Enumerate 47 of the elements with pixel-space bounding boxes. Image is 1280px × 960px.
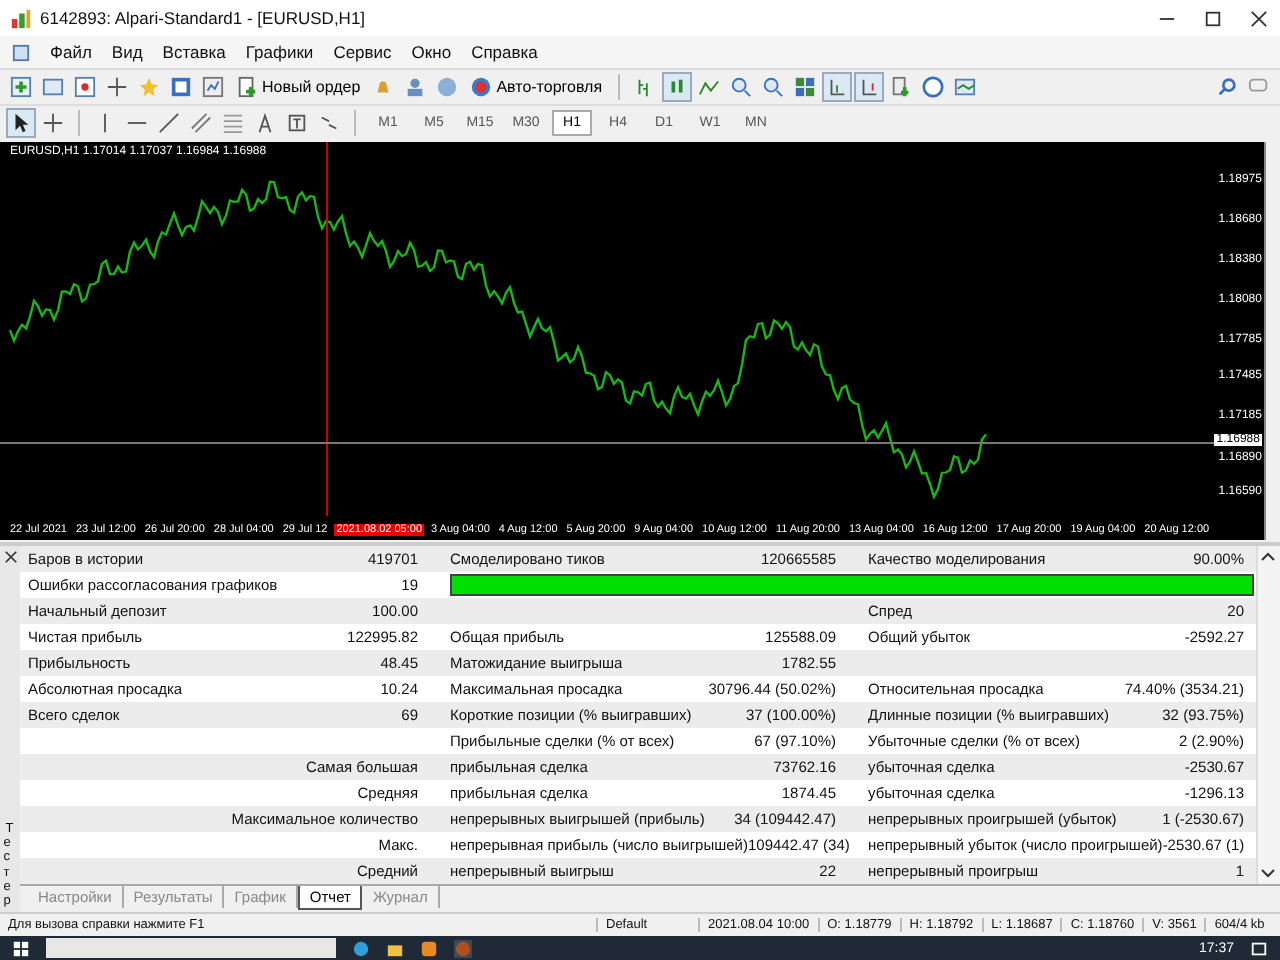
app-icon[interactable]: [454, 939, 472, 957]
new-chart-icon[interactable]: [8, 74, 34, 100]
menu-item[interactable]: Вставка: [162, 42, 226, 62]
menu-item[interactable]: Графики: [245, 42, 314, 62]
menu-item[interactable]: Файл: [50, 42, 92, 62]
tester-icon[interactable]: [200, 74, 226, 100]
auto-trading-button[interactable]: Авто-торговля: [466, 73, 607, 101]
close-icon[interactable]: [1250, 9, 1268, 27]
menu-item[interactable]: Справка: [471, 42, 538, 62]
app-icon[interactable]: [420, 939, 438, 957]
new-order-icon: [236, 76, 258, 98]
new-order-button[interactable]: Новый ордер: [232, 73, 365, 101]
template-icon[interactable]: [952, 74, 979, 100]
crosshair-icon[interactable]: [40, 110, 66, 136]
folder-icon[interactable]: [386, 939, 404, 957]
search-icon[interactable]: [1214, 74, 1240, 100]
search-field[interactable]: [46, 938, 336, 958]
menu-item[interactable]: Сервис: [333, 42, 392, 62]
scrollbar[interactable]: [1256, 546, 1280, 884]
maximize-icon[interactable]: [1204, 9, 1222, 27]
close-icon[interactable]: [3, 550, 17, 564]
app-logo-icon: [10, 7, 32, 29]
profiles-icon[interactable]: [40, 74, 66, 100]
window-icon[interactable]: [168, 74, 194, 100]
trendline-icon[interactable]: [156, 110, 182, 136]
shift-chart-icon[interactable]: [856, 74, 883, 100]
menu-item[interactable]: Вид: [111, 42, 143, 62]
scroll-chart-icon[interactable]: [824, 74, 851, 100]
document-icon: [12, 43, 30, 61]
notification-icon[interactable]: [1250, 939, 1268, 957]
record-icon: [470, 76, 493, 98]
browser-icon[interactable]: [352, 939, 370, 957]
zoom-out-icon[interactable]: [760, 74, 787, 100]
menu-item[interactable]: Окно: [411, 42, 452, 62]
channel-icon[interactable]: [188, 110, 214, 136]
scroll-down-icon[interactable]: [1260, 868, 1276, 880]
zoom-in-icon[interactable]: [728, 74, 755, 100]
candles-icon[interactable]: [664, 74, 691, 100]
label-icon[interactable]: [284, 110, 310, 136]
windows-icon[interactable]: [12, 939, 30, 957]
crosshair-icon[interactable]: [104, 74, 130, 100]
navigator-icon[interactable]: [72, 74, 98, 100]
window-title: 6142893: Alpari-Standard1 - [EURUSD,H1]: [40, 8, 366, 28]
tile-icon[interactable]: [792, 74, 819, 100]
scroll-up-icon[interactable]: [1260, 550, 1276, 562]
cursor-icon[interactable]: [8, 110, 34, 136]
star-icon[interactable]: [136, 74, 162, 100]
